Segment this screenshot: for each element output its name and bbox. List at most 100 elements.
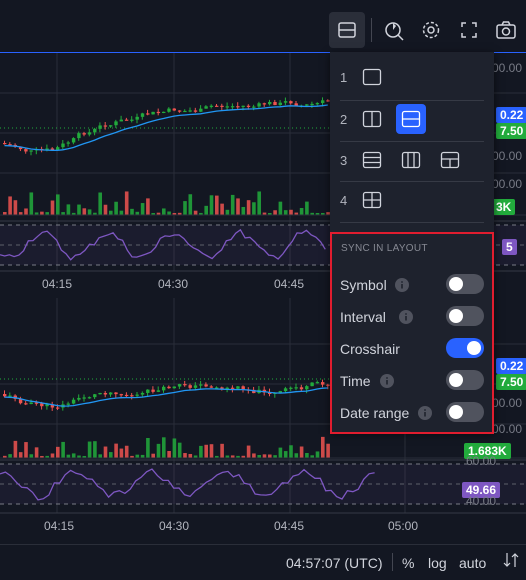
candle: [246, 105, 251, 107]
sync-row-time[interactable]: Time: [332, 365, 492, 397]
price-tag-green: 7.50: [496, 123, 526, 139]
sync-in-layout-section: SYNC IN LAYOUT Symbol Interval Crosshair…: [330, 232, 494, 434]
volume-bar: [18, 452, 23, 458]
candle: [93, 394, 97, 398]
candle: [230, 106, 235, 108]
volume-bar: [8, 196, 12, 215]
volume-bar: [98, 192, 102, 215]
candle: [66, 142, 70, 144]
layout-icon: [338, 22, 356, 38]
candle: [162, 111, 166, 113]
volume-bar: [119, 210, 124, 215]
fullscreen-button[interactable]: [451, 12, 487, 48]
candle: [230, 387, 235, 389]
volume-bar: [204, 205, 208, 215]
info-icon[interactable]: [380, 374, 394, 388]
percent-scale-toggle[interactable]: %: [402, 555, 414, 571]
volume-bar: [262, 454, 267, 458]
layout-option-one-top-two-bottom[interactable]: [435, 145, 465, 175]
log-scale-toggle[interactable]: log: [428, 555, 447, 571]
candle: [3, 394, 7, 397]
rsi-level-label: 60.00: [466, 454, 497, 468]
candle: [215, 105, 219, 107]
candle: [146, 389, 150, 393]
layout-option-single[interactable]: [357, 62, 387, 92]
toggle-knob: [449, 405, 463, 419]
price-tag-green: 7.50: [496, 374, 526, 390]
candle: [262, 103, 267, 105]
sync-row-crosshair[interactable]: Crosshair: [332, 333, 492, 365]
volume-bar: [66, 204, 71, 215]
candle: [109, 392, 113, 395]
candle: [188, 110, 192, 112]
sync-symbol-toggle[interactable]: [446, 274, 484, 294]
candle: [87, 397, 92, 399]
settings-button[interactable]: [413, 12, 449, 48]
candle: [283, 101, 288, 103]
volume-bar: [124, 191, 129, 215]
volume-bar: [124, 445, 129, 458]
sync-date-range-toggle[interactable]: [446, 402, 484, 422]
layout-row-1: 1: [330, 58, 494, 98]
snapshot-button[interactable]: [488, 12, 524, 48]
toggle-knob: [449, 277, 463, 291]
candle: [167, 108, 171, 112]
layout-option-grid-2x2[interactable]: [357, 185, 387, 215]
clock-timezone[interactable]: 04:57:07 (UTC): [286, 555, 382, 571]
sync-row-symbol[interactable]: Symbol: [332, 269, 492, 301]
candle: [71, 138, 76, 143]
candle: [29, 150, 33, 152]
sync-row-date-range[interactable]: Date range: [332, 397, 492, 429]
candle: [24, 403, 28, 405]
sync-row-interval[interactable]: Interval: [332, 301, 492, 333]
candle: [220, 387, 224, 389]
volume-bar: [98, 454, 102, 458]
sync-label: Crosshair: [340, 341, 400, 357]
volume-bar: [135, 454, 140, 458]
candle: [77, 397, 81, 400]
status-bar: 04:57:07 (UTC) % log auto: [0, 544, 526, 580]
candle: [172, 108, 176, 111]
candle: [177, 384, 182, 387]
candle: [103, 392, 108, 395]
candle: [315, 103, 320, 105]
candle: [56, 147, 60, 151]
volume-bar: [188, 453, 193, 458]
volume-bar: [103, 204, 108, 215]
layout-row-3: 3: [330, 141, 494, 181]
scroll-arrows[interactable]: [503, 551, 519, 572]
info-icon[interactable]: [418, 406, 432, 420]
volume-tag: 3K: [492, 199, 516, 215]
layout-option-three-rows[interactable]: [357, 145, 387, 175]
price-axis-label: 00.00: [492, 422, 523, 436]
layout-option-two-rows[interactable]: [396, 104, 426, 134]
candle: [273, 101, 277, 106]
replay-button[interactable]: [376, 12, 412, 48]
candle: [119, 119, 123, 122]
volume-bar: [204, 444, 208, 458]
volume-bar: [146, 198, 150, 215]
volume-bar: [289, 209, 293, 215]
candle: [114, 121, 118, 126]
layout-option-two-columns[interactable]: [357, 104, 387, 134]
candle: [268, 101, 272, 105]
sync-crosshair-toggle[interactable]: [446, 338, 484, 358]
time-axis-label: 04:30: [159, 519, 190, 533]
candle: [135, 394, 139, 396]
sync-time-toggle[interactable]: [446, 370, 484, 390]
layout-option-three-columns[interactable]: [396, 145, 426, 175]
volume-bar: [156, 443, 161, 458]
sync-interval-toggle[interactable]: [446, 306, 484, 326]
auto-scale-toggle[interactable]: auto: [459, 555, 486, 571]
volume-bar: [220, 203, 224, 215]
candle: [204, 106, 208, 109]
volume-bar: [34, 447, 39, 458]
candle: [109, 125, 113, 127]
info-icon[interactable]: [399, 310, 413, 324]
candle: [183, 384, 187, 386]
time-axis-label: 04:45: [274, 277, 305, 291]
sort-arrows-icon: [503, 553, 519, 567]
volume-bar: [77, 204, 81, 215]
layout-button[interactable]: [329, 12, 365, 48]
info-icon[interactable]: [395, 278, 409, 292]
